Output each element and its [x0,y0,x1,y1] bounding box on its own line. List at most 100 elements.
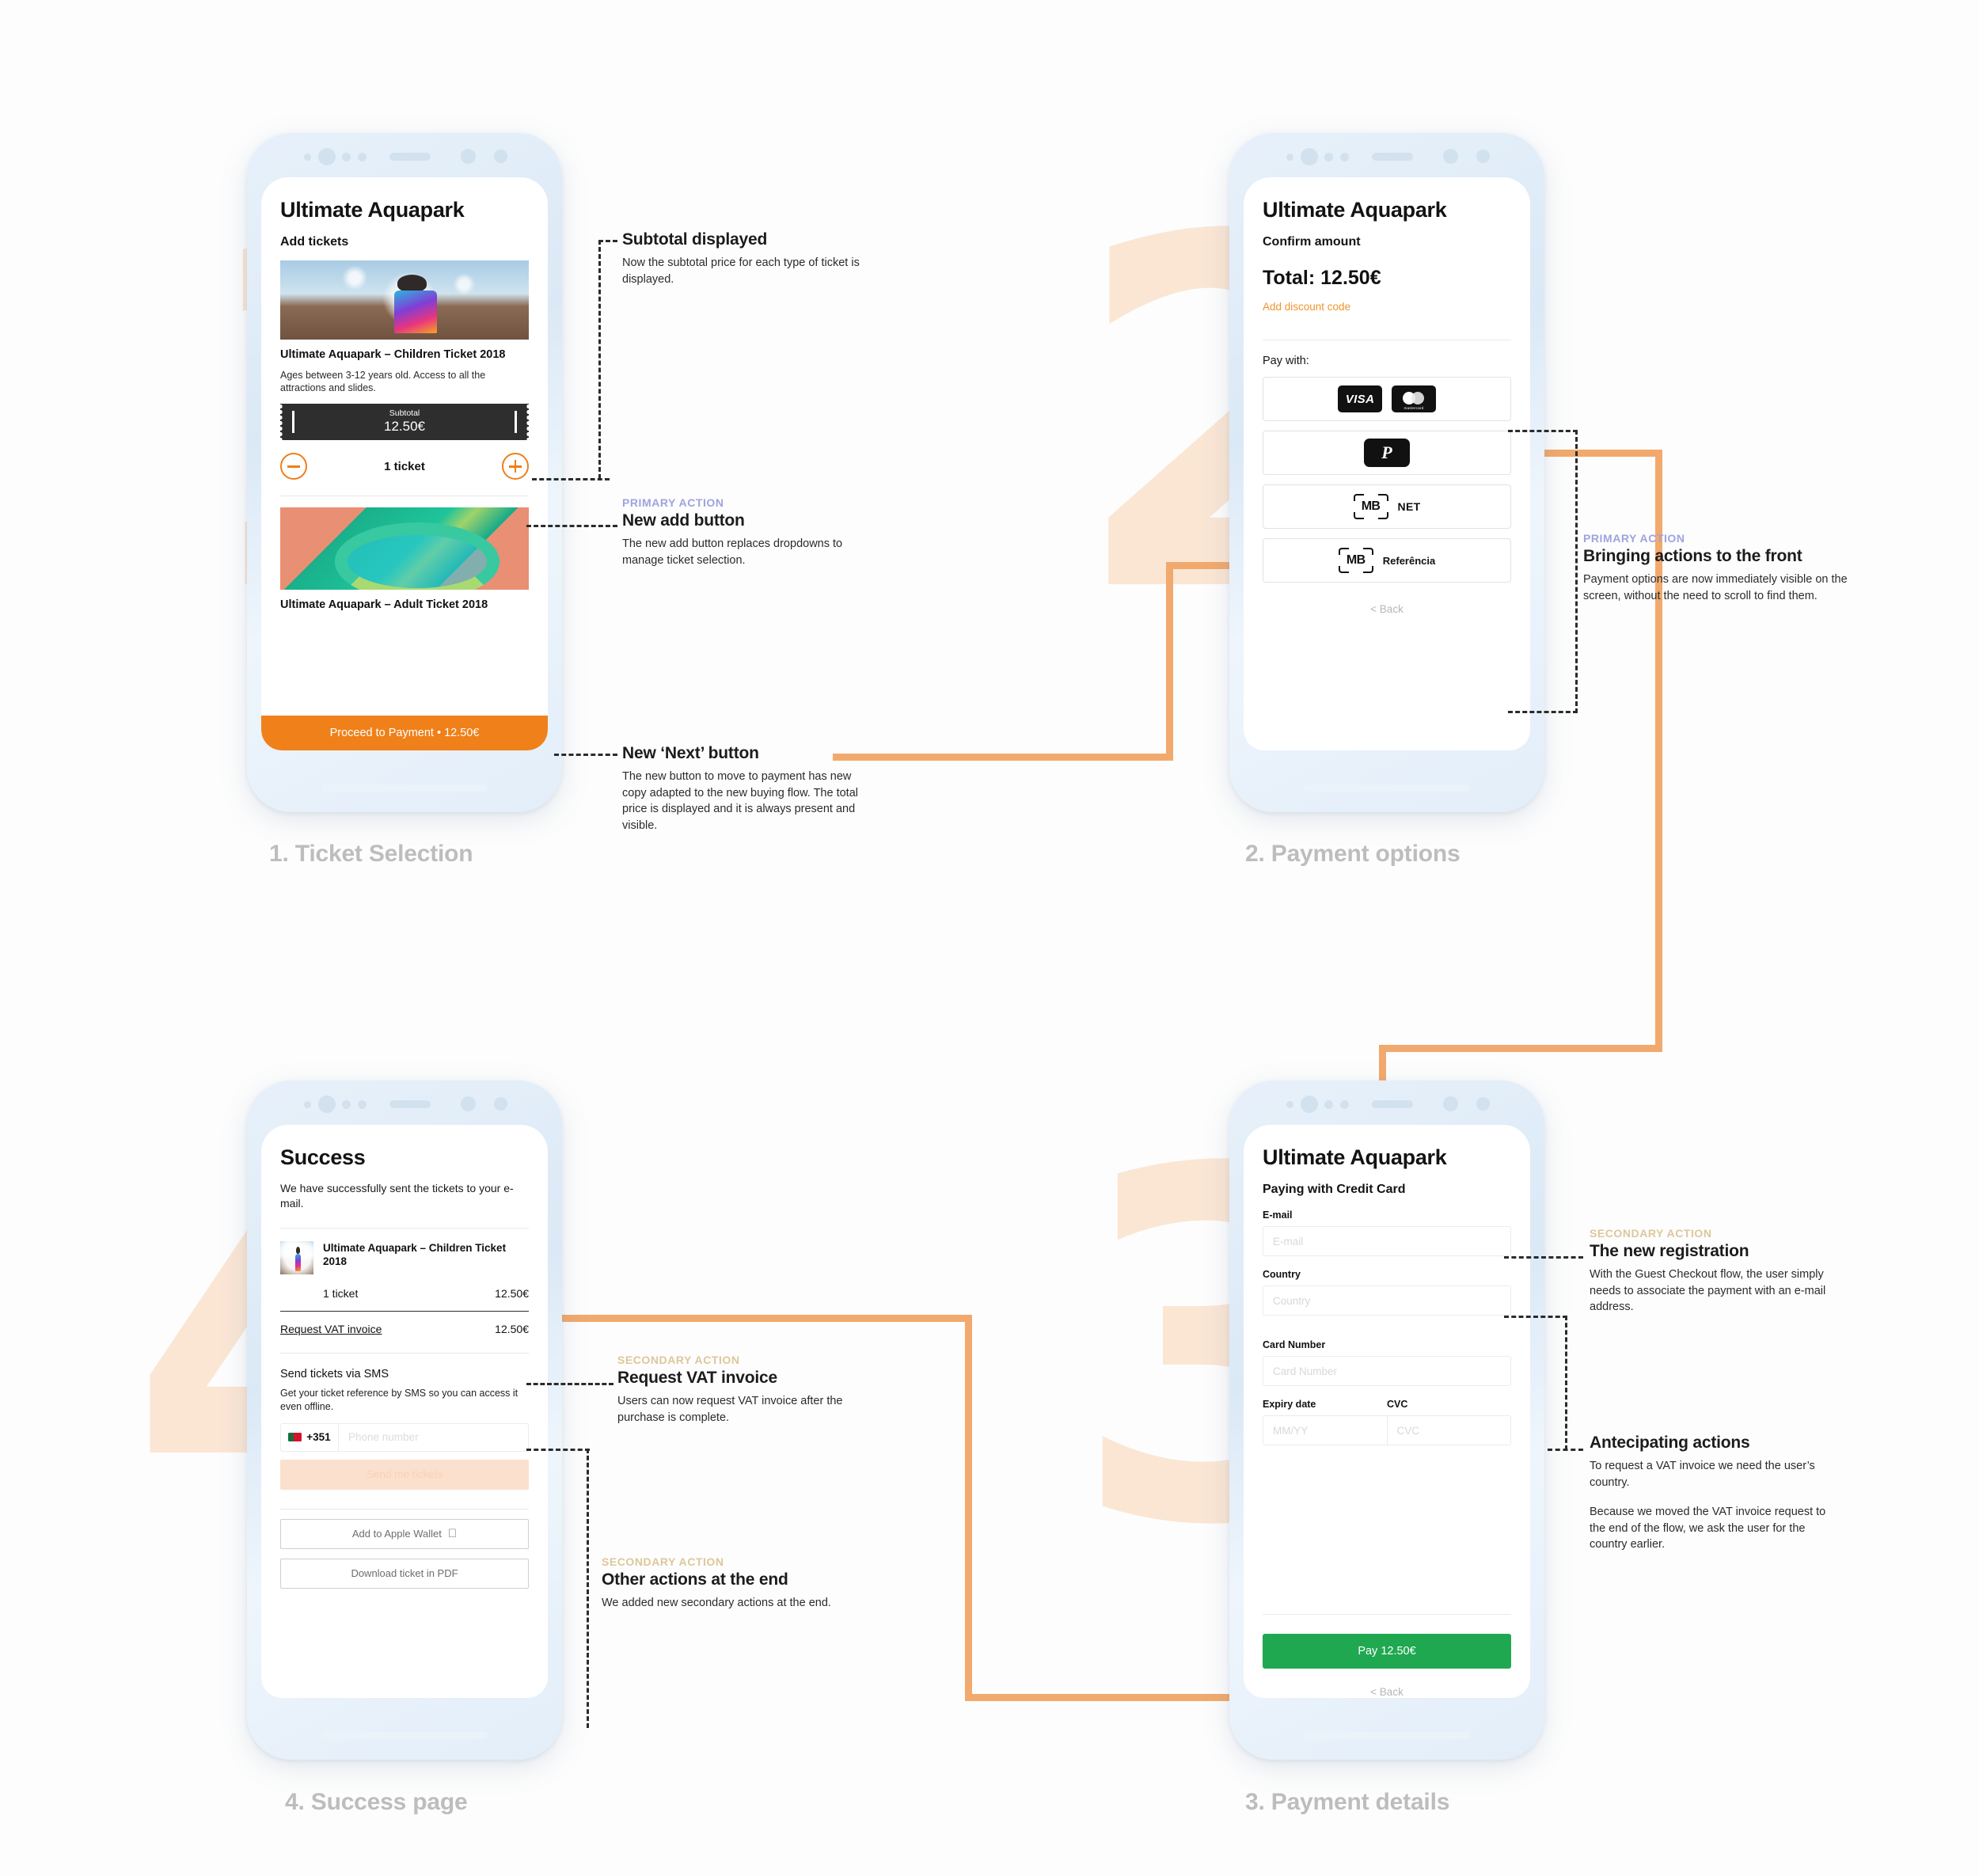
front-camera-icon [318,1096,336,1113]
callout-body: Payment options are now immediately visi… [1583,573,1848,602]
ticket-adult-name: Ultimate Aquapark – Adult Ticket 2018 [280,598,488,612]
apple-logo-icon:  [448,1527,457,1540]
request-vat-invoice-link[interactable]: Request VAT invoice [280,1323,382,1335]
callout-kicker: SECONDARY ACTION [617,1354,740,1366]
connector-2-to-3-h1 [1536,450,1662,457]
mastercard-icon: mastercard [1392,385,1436,412]
card-number-label: Card Number [1263,1339,1326,1350]
leader-other-v [587,1449,589,1728]
send-me-tickets-button[interactable]: Send me tickets [280,1459,529,1490]
callout-title: Antecipating actions [1590,1434,1750,1452]
ticket-bar-right [515,411,517,434]
callout-title: Subtotal displayed [622,230,768,249]
section-divider [280,1227,529,1229]
phone-bezel-top [247,1080,562,1128]
sensor-dot [304,154,311,161]
callout-new-registration: SECONDARY ACTION The new registration Wi… [1590,1227,1827,1316]
mbnet-label: NET [1397,500,1421,513]
order-item-name: Ultimate Aquapark – Children Ticket 2018 [323,1241,507,1268]
phone-bezel-top [247,133,562,180]
payment-option-mb-referencia[interactable]: MB Referência [1263,538,1511,583]
step-caption-2: 2. Payment options [1245,841,1461,867]
country-code-selector[interactable]: +351 [280,1422,339,1452]
section-heading-confirm-amount: Confirm amount [1263,235,1361,249]
leader-front-bottom [1508,711,1578,713]
leader-other-top [526,1449,590,1451]
ticket-thumbnail [280,1240,313,1274]
back-link[interactable]: < Back [1263,603,1511,615]
callout-request-vat-invoice: SECONDARY ACTION Request VAT invoice Use… [617,1354,855,1426]
pay-button[interactable]: Pay 12.50€ [1263,1634,1511,1669]
callout-kicker: PRIMARY ACTION [1583,532,1685,545]
expiry-date-label: Expiry date [1263,1399,1316,1410]
phone-number-input[interactable]: Phone number [339,1422,529,1452]
sensor-dot [304,1101,311,1108]
increment-ticket-button[interactable] [501,453,529,480]
card-number-field[interactable]: Card Number [1263,1356,1511,1386]
page-title: Ultimate Aquapark [1263,1145,1447,1169]
callout-subtotal-displayed: Subtotal displayed Now the subtotal pric… [622,228,860,287]
add-discount-code-link[interactable]: Add discount code [1263,301,1511,313]
sensor-dot [1476,1097,1490,1111]
callout-body-2: Because we moved the VAT invoice request… [1590,1506,1826,1551]
payment-option-card[interactable]: VISA mastercard [1263,377,1511,421]
callout-body-1: To request a VAT invoice we need the use… [1590,1460,1815,1489]
portugal-flag-icon [288,1433,302,1442]
ticket-children-image [280,260,529,340]
download-pdf-button[interactable]: Download ticket in PDF [280,1558,529,1589]
email-field[interactable]: E-mail [1263,1226,1511,1256]
order-quantity-price: 12.50€ [495,1286,529,1300]
phone-screen-payment-options: Ultimate Aquapark Confirm amount Total: … [1244,177,1530,750]
order-line-item: Ultimate Aquapark – Children Ticket 2018 [280,1240,529,1274]
subtotal-ticket-strip: Subtotal 12.50€ [280,404,529,441]
callout-title: New ‘Next’ button [622,744,759,762]
phone-bezel-top [1229,133,1544,180]
sensor-dot [1340,1100,1349,1109]
front-camera-icon [1301,148,1318,165]
leader-front-top [1508,430,1578,432]
back-link[interactable]: < Back [1263,1686,1511,1698]
expiry-date-field[interactable]: MM/YY [1263,1415,1388,1445]
step-caption-1: 1. Ticket Selection [269,841,473,867]
connector-1-to-2-v1 [1166,562,1173,760]
success-message: We have successfully sent the tickets to… [280,1182,514,1210]
section-heading-add-tickets: Add tickets [280,235,349,249]
phone-home-indicator [321,1732,488,1739]
section-heading-paying-with-credit-card: Paying with Credit Card [1263,1183,1406,1196]
payment-option-mbnet[interactable]: MB NET [1263,484,1511,529]
front-camera-icon [1301,1096,1318,1113]
perforation-right-icon [523,404,529,441]
connector-1-to-2-h1 [833,754,1173,761]
earpiece-speaker [1372,153,1413,161]
flow-diagram-canvas: 1 2 3 4 [0,0,1979,1876]
sms-section-heading: Send tickets via SMS [280,1367,389,1380]
sensor-dot [1340,153,1349,161]
payment-option-paypal[interactable]: P [1263,431,1511,475]
phone-mock-success: Success We have successfully sent the ti… [247,1080,562,1760]
ticket-bar-left [292,411,294,434]
visa-icon: VISA [1338,385,1382,412]
sensor-dot [342,153,351,161]
cvc-field[interactable]: CVC [1387,1415,1511,1445]
proceed-to-payment-button[interactable]: Proceed to Payment • 12.50€ [261,716,548,750]
earpiece-speaker [389,1100,431,1108]
country-label: Country [1263,1269,1301,1280]
leader-anticipating-top [1504,1316,1567,1318]
phone-home-indicator [1304,784,1470,792]
multibanco-icon: MB [1338,548,1373,573]
earpiece-speaker [1372,1100,1413,1108]
subtotal-value: 12.50€ [384,419,425,435]
section-divider [280,1352,529,1354]
decrement-ticket-button[interactable] [280,453,307,480]
country-field[interactable]: Country [1263,1285,1511,1316]
callout-body: The new add button replaces dropdowns to… [622,537,843,567]
callout-body: We added new secondary actions at the en… [602,1597,831,1609]
section-divider [1263,1614,1511,1615]
order-total: Total: 12.50€ [1263,267,1381,289]
callout-title: Request VAT invoice [617,1369,777,1387]
add-to-apple-wallet-button[interactable]: Add to Apple Wallet  [280,1518,529,1549]
mb-referencia-label: Referência [1382,554,1436,567]
leader-front-v [1575,430,1578,713]
sensor-dot [1286,154,1293,161]
sensor-dot [1443,1096,1458,1111]
